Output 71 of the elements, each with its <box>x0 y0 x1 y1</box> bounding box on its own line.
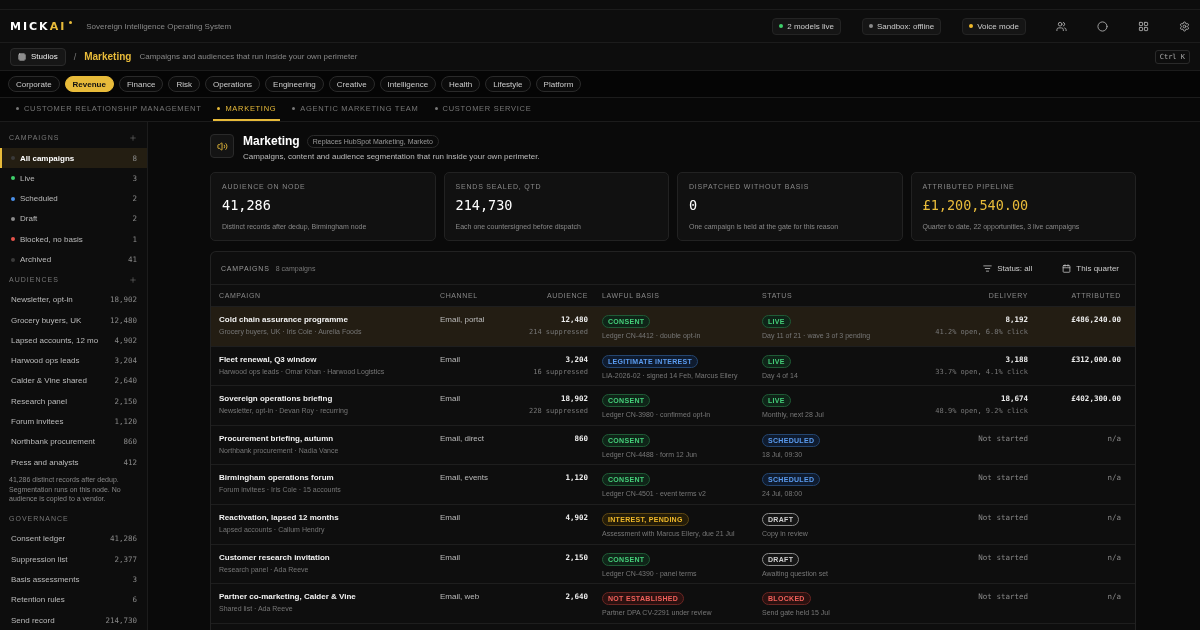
category-pill[interactable]: Engineering <box>265 76 324 92</box>
category-pill[interactable]: Corporate <box>8 76 60 92</box>
category-pill[interactable]: Intelligence <box>379 76 437 92</box>
status-chip[interactable]: 2 models live <box>772 17 841 35</box>
channel-text: Email <box>440 394 460 404</box>
sidebar-label: Consent ledger <box>11 534 67 544</box>
logo: MICKAI <box>10 19 73 33</box>
sidebar-label: Grocery buyers, UK <box>11 315 83 325</box>
studios-button[interactable]: Studios <box>10 47 66 66</box>
sidebar-label: Archived <box>20 255 53 265</box>
calendar-icon <box>1062 263 1072 273</box>
sidebar-label: Scheduled <box>20 194 59 204</box>
channel-text: Email, web <box>440 592 480 602</box>
channel-text: Email <box>440 354 460 364</box>
campaign-name: Customer research invitation <box>219 552 330 562</box>
category-pill[interactable]: Health <box>441 76 481 92</box>
sidebar-label: Press and analysts <box>11 457 80 467</box>
sidebar-label: Lapsed accounts, 12 mo <box>11 335 100 345</box>
status-filter-button[interactable]: Status: all <box>977 262 1039 274</box>
sidebar-label: Harwood ops leads <box>11 356 81 366</box>
channel-text: Email, events <box>440 473 489 483</box>
campaign-name: Reactivation, lapsed 12 months <box>219 512 339 522</box>
speaker-icon <box>210 134 234 158</box>
channel-text: Email, portal <box>440 315 485 324</box>
category-pill[interactable]: Risk <box>168 76 200 92</box>
sidebar-label: All campaigns <box>20 153 76 163</box>
stat-value: £1,200,540.00 <box>922 197 1030 213</box>
category-pill[interactable]: Revenue <box>64 76 114 92</box>
channel-text: Email <box>440 552 460 562</box>
stat-value: 214,730 <box>455 197 514 213</box>
sidebar-label: Retention rules <box>11 595 66 605</box>
sidebar-label: Blocked, no basis <box>20 234 84 244</box>
sidebar-label: Basis assessments <box>11 574 81 584</box>
period-button[interactable]: This quarter <box>1056 262 1125 274</box>
tagline: Sovereign Intelligence Operating System <box>86 21 232 31</box>
separator-slash: / <box>73 51 77 62</box>
sidebar-label: Send record <box>11 615 56 625</box>
category-pill[interactable]: Creative <box>328 76 375 92</box>
sidebar-label: Live <box>20 173 36 183</box>
filter-icon <box>983 263 993 273</box>
sidebar-label: Forum invitees <box>11 417 65 426</box>
table-row[interactable] <box>211 307 1135 347</box>
sidebar-label: Suppression list <box>11 554 69 564</box>
sidebar-label: Northbank procurement <box>11 437 97 447</box>
campaign-name: Birmingham operations forum <box>219 473 334 483</box>
category-pill[interactable]: Platform <box>535 76 582 92</box>
category-pill[interactable]: Lifestyle <box>485 76 531 92</box>
users-icon[interactable] <box>1056 20 1067 32</box>
campaign-name: Procurement briefing, autumn <box>219 433 334 443</box>
breadcrumb-current: Marketing <box>84 51 132 62</box>
sidebar-label: Calder & Vine shared <box>11 376 88 386</box>
channel-text: Email, direct <box>440 433 484 443</box>
sidebar-label: Draft <box>20 214 39 224</box>
breadcrumb-description: Campaigns and audiences that run inside your own perimeter <box>139 52 358 61</box>
settings-icon[interactable] <box>1179 20 1190 32</box>
page-title: Marketing <box>243 134 300 148</box>
category-pill[interactable]: Operations <box>204 76 261 92</box>
campaign-name: Cold chain assurance programme <box>219 315 348 324</box>
page-subtitle: Campaigns, content and audience segmentation that run inside your own perimeter. <box>243 152 540 161</box>
status-chip[interactable]: Sandbox: offline <box>861 17 942 35</box>
stat-value: 0 <box>689 197 699 213</box>
status-chip[interactable]: Voice mode <box>962 17 1026 35</box>
channel-text: Email <box>440 512 460 522</box>
sidebar-label: Research panel <box>11 396 69 406</box>
category-pill[interactable]: Finance <box>118 76 164 92</box>
campaign-name: Fleet renewal, Q3 window <box>219 354 317 364</box>
campaign-name: Sovereign operations briefing <box>219 394 333 404</box>
sidebar-label: Newsletter, opt-in <box>11 295 74 305</box>
campaign-name: Partner co-marketing, Calder & Vine <box>219 592 356 602</box>
circle-icon[interactable] <box>1097 20 1108 32</box>
stat-value: 41,286 <box>222 197 272 213</box>
